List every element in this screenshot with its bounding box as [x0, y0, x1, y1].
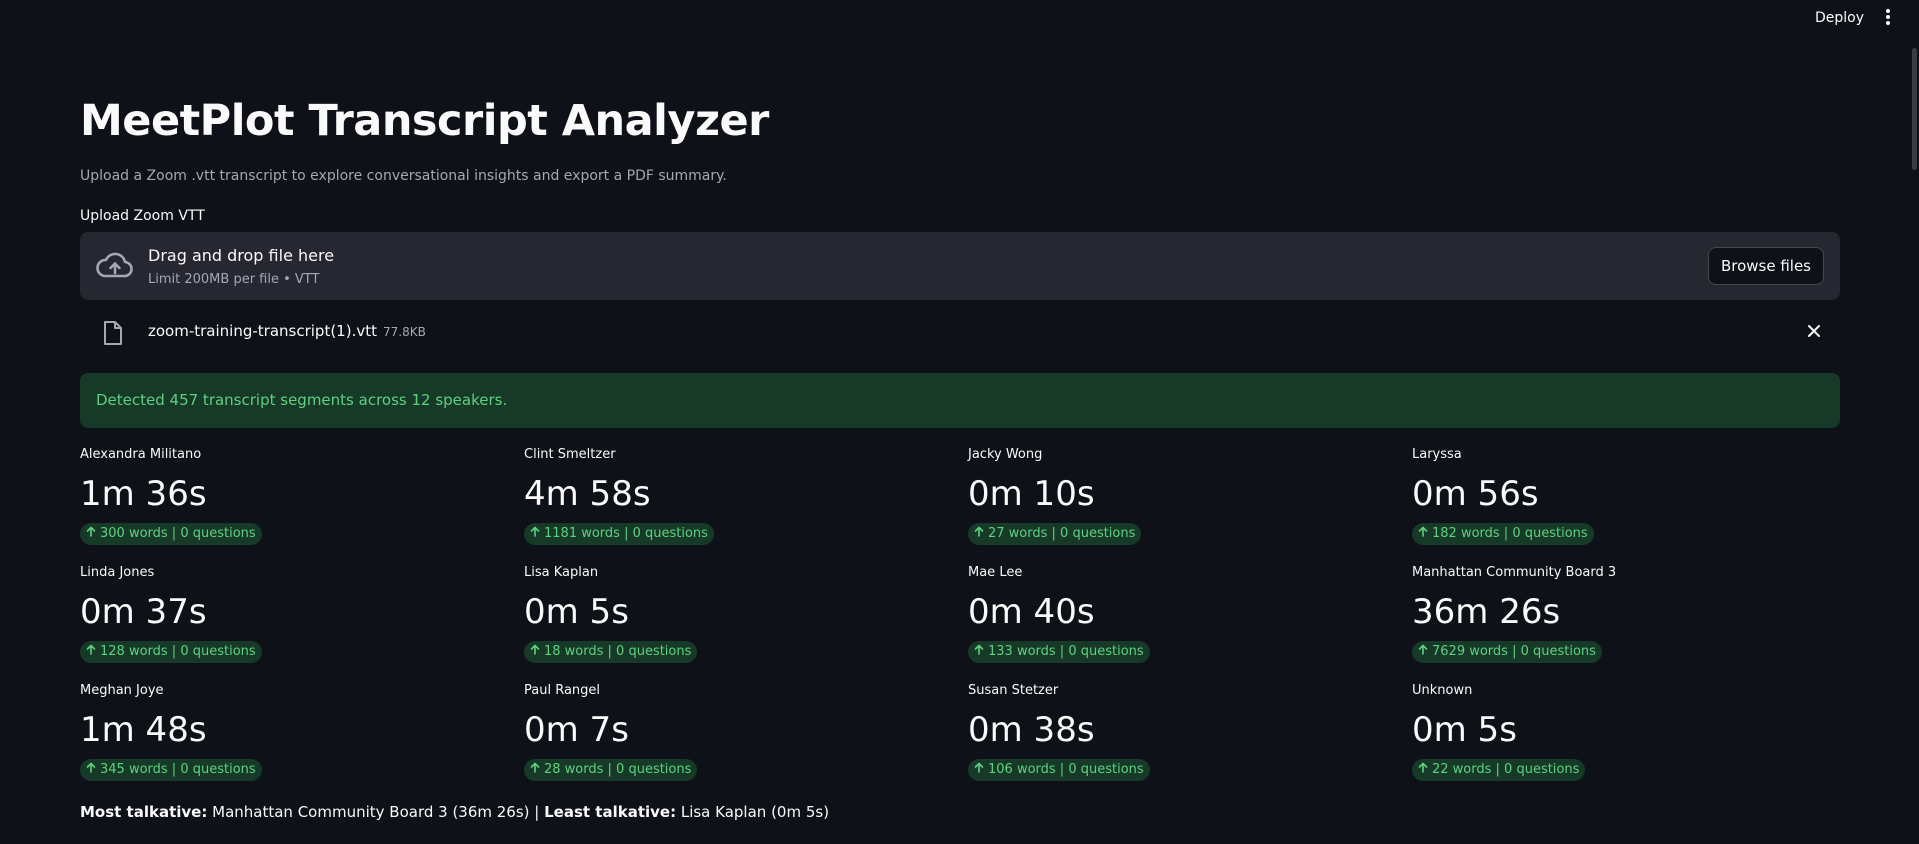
word-count-badge: 28 words | 0 questions — [524, 759, 698, 781]
word-count-text: 128 words | 0 questions — [100, 644, 256, 659]
speaker-name: Manhattan Community Board 3 — [1412, 565, 1617, 580]
word-count-badge: 300 words | 0 questions — [80, 523, 262, 545]
arrow-up-icon — [84, 523, 98, 545]
uploaded-file: zoom-training-transcript(1).vtt 77.8KB — [80, 316, 1840, 348]
word-count-text: 106 words | 0 questions — [988, 762, 1144, 777]
arrow-up-icon — [1416, 641, 1430, 663]
word-count-text: 22 words | 0 questions — [1432, 762, 1580, 777]
speaking-time: 0m 10s — [968, 474, 1095, 514]
speaking-time: 0m 37s — [80, 592, 207, 632]
most-talkative-value: Manhattan Community Board 3 (36m 26s) | — [207, 803, 545, 821]
word-count-text: 1181 words | 0 questions — [544, 526, 708, 541]
speaker-metrics-grid: Alexandra Militano 1m 36s 300 words | 0 qu… — [80, 447, 1840, 801]
dropzone-instructions: Drag and drop file here — [148, 246, 335, 265]
most-talkative-label: Most talkative: — [80, 803, 208, 821]
speaking-time: 0m 5s — [524, 592, 629, 632]
word-count-badge: 22 words | 0 questions — [1412, 759, 1586, 781]
arrow-up-icon — [528, 759, 542, 781]
uploader-label: Upload Zoom VTT — [80, 208, 205, 224]
arrow-up-icon — [972, 641, 986, 663]
file-name: zoom-training-transcript(1).vtt — [148, 322, 377, 340]
header-bar: Deploy — [0, 0, 1919, 40]
page-title: MeetPlot Transcript Analyzer — [80, 96, 769, 146]
word-count-badge: 7629 words | 0 questions — [1412, 641, 1602, 663]
speaker-metric: Linda Jones 0m 37s 128 words | 0 questions — [80, 565, 524, 683]
page-subtitle: Upload a Zoom .vtt transcript to explore… — [80, 168, 727, 184]
speaking-time: 0m 5s — [1412, 710, 1517, 750]
word-count-text: 300 words | 0 questions — [100, 526, 256, 541]
speaker-metric: Mae Lee 0m 40s 133 words | 0 questions — [968, 565, 1412, 683]
dropzone-limit: Limit 200MB per file • VTT — [148, 272, 320, 287]
word-count-badge: 106 words | 0 questions — [968, 759, 1150, 781]
speaking-time: 1m 36s — [80, 474, 207, 514]
speaker-name: Alexandra Militano — [80, 447, 202, 462]
browse-files-button[interactable]: Browse files — [1707, 247, 1824, 285]
speaker-name: Lisa Kaplan — [524, 565, 599, 580]
deploy-button[interactable]: Deploy — [1815, 10, 1864, 26]
word-count-badge: 128 words | 0 questions — [80, 641, 262, 663]
speaker-name: Meghan Joye — [80, 683, 164, 698]
word-count-text: 182 words | 0 questions — [1432, 526, 1588, 541]
word-count-badge: 182 words | 0 questions — [1412, 523, 1594, 545]
speaking-time: 0m 38s — [968, 710, 1095, 750]
speaking-time: 0m 40s — [968, 592, 1095, 632]
speaker-name: Mae Lee — [968, 565, 1023, 580]
cloud-upload-icon — [96, 252, 133, 278]
word-count-text: 28 words | 0 questions — [544, 762, 692, 777]
speaking-time: 1m 48s — [80, 710, 207, 750]
remove-file-icon[interactable] — [1806, 323, 1822, 339]
least-talkative-label: Least talkative: — [544, 803, 677, 821]
word-count-text: 27 words | 0 questions — [988, 526, 1136, 541]
speaker-metric: Clint Smeltzer 4m 58s 1181 words | 0 quest… — [524, 447, 968, 565]
least-talkative-value: Lisa Kaplan (0m 5s) — [676, 803, 830, 821]
speaker-metric: Alexandra Militano 1m 36s 300 words | 0 qu… — [80, 447, 524, 565]
word-count-text: 18 words | 0 questions — [544, 644, 692, 659]
speaking-time: 0m 7s — [524, 710, 629, 750]
speaker-metric: Meghan Joye 1m 48s 345 words | 0 questions — [80, 683, 524, 801]
speaker-metric: Unknown 0m 5s 22 words | 0 questions — [1412, 683, 1856, 801]
speaker-metric: Laryssa 0m 56s 182 words | 0 questions — [1412, 447, 1856, 565]
speaker-name: Laryssa — [1412, 447, 1462, 462]
word-count-text: 345 words | 0 questions — [100, 762, 256, 777]
file-size: 77.8KB — [382, 325, 426, 339]
speaker-metric: Manhattan Community Board 3 36m 26s 7629 w… — [1412, 565, 1856, 683]
arrow-up-icon — [84, 641, 98, 663]
speaker-metric: Susan Stetzer 0m 38s 106 words | 0 questio… — [968, 683, 1412, 801]
talkative-summary: Most talkative: Manhattan Community Boar… — [80, 803, 829, 821]
alert-text: Detected 457 transcript segments across … — [96, 391, 508, 409]
word-count-badge: 345 words | 0 questions — [80, 759, 262, 781]
success-alert: Detected 457 transcript segments across … — [80, 373, 1840, 428]
main-menu-icon[interactable] — [1884, 9, 1892, 29]
arrow-up-icon — [1416, 759, 1430, 781]
speaker-name: Jacky Wong — [968, 447, 1043, 462]
word-count-badge: 27 words | 0 questions — [968, 523, 1142, 545]
arrow-up-icon — [972, 523, 986, 545]
speaker-metric: Lisa Kaplan 0m 5s 18 words | 0 questions — [524, 565, 968, 683]
speaking-time: 36m 26s — [1412, 592, 1561, 632]
speaker-name: Susan Stetzer — [968, 683, 1059, 698]
word-count-badge: 18 words | 0 questions — [524, 641, 698, 663]
word-count-badge: 133 words | 0 questions — [968, 641, 1150, 663]
speaker-name: Clint Smeltzer — [524, 447, 616, 462]
arrow-up-icon — [972, 759, 986, 781]
speaker-name: Paul Rangel — [524, 683, 601, 698]
speaker-name: Unknown — [1412, 683, 1473, 698]
speaker-metric: Jacky Wong 0m 10s 27 words | 0 questions — [968, 447, 1412, 565]
speaker-metric: Paul Rangel 0m 7s 28 words | 0 questions — [524, 683, 968, 801]
arrow-up-icon — [528, 523, 542, 545]
speaking-time: 0m 56s — [1412, 474, 1539, 514]
file-icon — [104, 321, 122, 345]
arrow-up-icon — [1416, 523, 1430, 545]
arrow-up-icon — [84, 759, 98, 781]
word-count-text: 133 words | 0 questions — [988, 644, 1144, 659]
word-count-text: 7629 words | 0 questions — [1432, 644, 1596, 659]
speaker-name: Linda Jones — [80, 565, 155, 580]
file-dropzone[interactable]: Drag and drop file here Limit 200MB per … — [80, 232, 1840, 300]
speaking-time: 4m 58s — [524, 474, 651, 514]
scrollbar[interactable] — [1912, 48, 1917, 170]
arrow-up-icon — [528, 641, 542, 663]
word-count-badge: 1181 words | 0 questions — [524, 523, 714, 545]
